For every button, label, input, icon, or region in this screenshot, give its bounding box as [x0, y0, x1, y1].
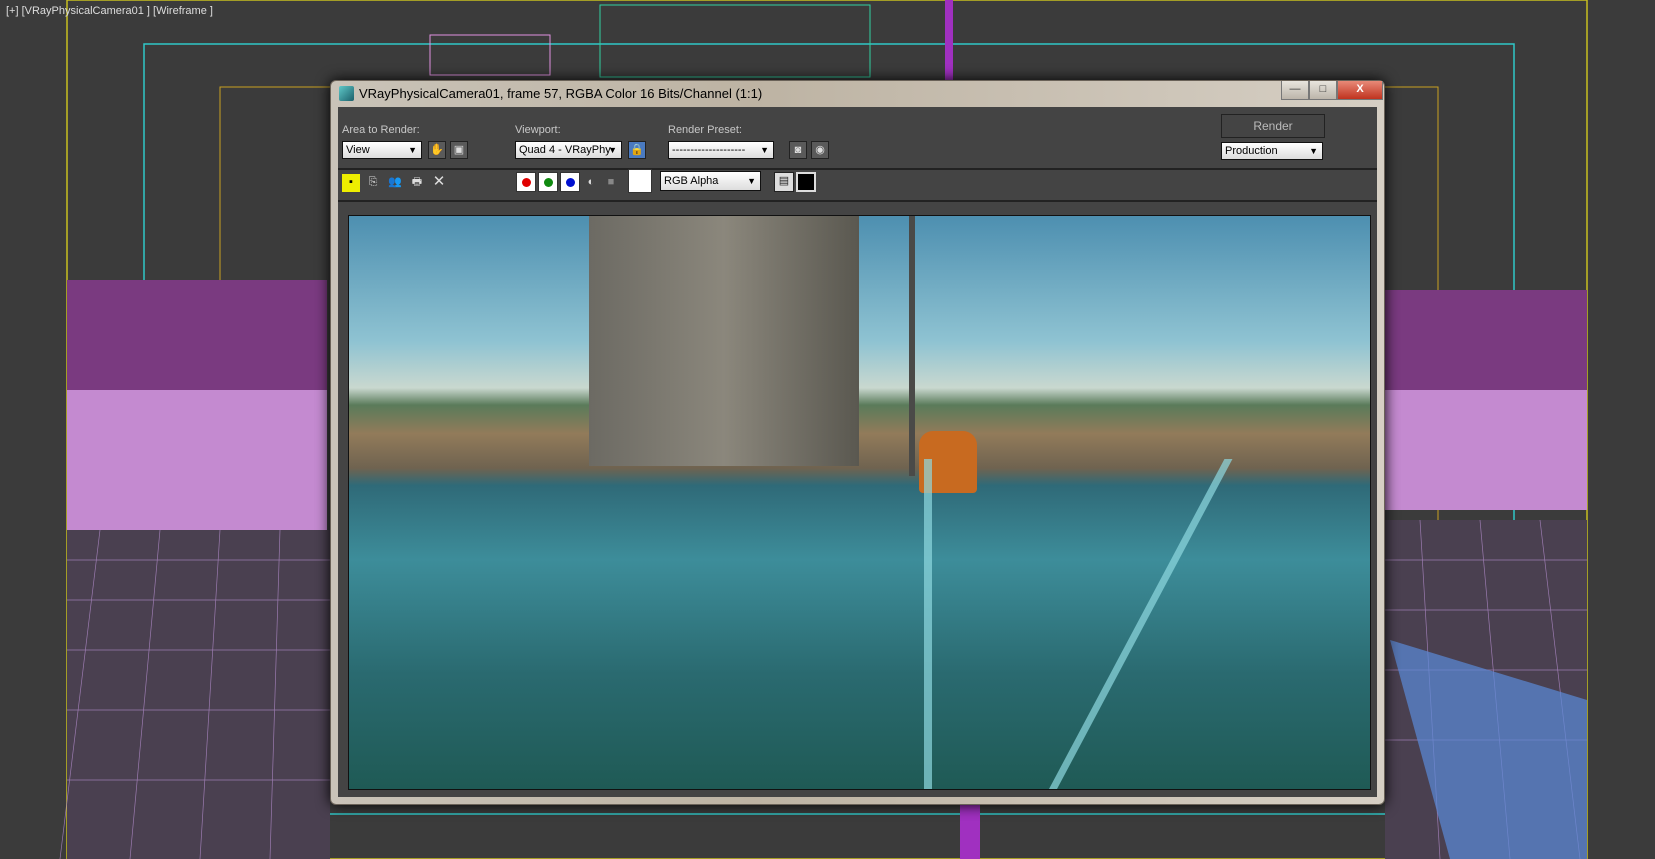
render-mode-value: Production [1225, 145, 1278, 157]
toolbar-divider [338, 200, 1377, 202]
window-title: VRayPhysicalCamera01, frame 57, RGBA Col… [359, 86, 763, 101]
area-value: View [346, 144, 370, 156]
chevron-down-icon: ▼ [1309, 146, 1318, 156]
toolbar-divider [338, 168, 1377, 170]
edit-region-icon[interactable]: ✋ [428, 141, 446, 159]
maximize-button[interactable]: □ [1309, 81, 1337, 100]
render-preset-label: Render Preset: [668, 124, 742, 136]
rail [1049, 459, 1233, 789]
green-channel-toggle[interactable] [538, 172, 558, 192]
blue-dot-icon [566, 178, 575, 187]
rail [924, 459, 932, 789]
chevron-down-icon: ▼ [608, 145, 617, 155]
render-preset-dropdown[interactable]: -------------------- ▼ [668, 141, 774, 159]
copy-icon[interactable]: ⎘ [364, 174, 382, 192]
environment-icon[interactable]: ◉ [811, 141, 829, 159]
color-swatch[interactable] [628, 169, 652, 193]
auto-region-icon[interactable]: ▣ [450, 141, 468, 159]
viewport-value: Quad 4 - VRayPhy [519, 144, 611, 156]
channel-value: RGB Alpha [664, 175, 719, 187]
render-button[interactable]: Render [1221, 114, 1325, 138]
render-setup-icon[interactable]: ◙ [789, 141, 807, 159]
render-mode-dropdown[interactable]: Production ▼ [1221, 142, 1323, 160]
window-content: Area to Render: View ▼ ✋ ▣ Viewport: Quad… [338, 107, 1377, 797]
display-icon[interactable] [796, 172, 816, 192]
close-button[interactable]: X [1337, 81, 1383, 100]
area-to-render-label: Area to Render: [342, 124, 420, 136]
app-icon [339, 86, 354, 101]
clear-icon[interactable]: ✕ [430, 174, 448, 192]
monochrome-icon[interactable]: ◐ [582, 174, 600, 192]
building [589, 216, 859, 466]
viewport-dropdown[interactable]: Quad 4 - VRayPhy ▼ [515, 141, 622, 159]
preset-value: -------------------- [672, 144, 746, 156]
minimize-button[interactable]: — [1281, 81, 1309, 100]
print-icon[interactable]: 🖶 [408, 174, 426, 192]
rendered-frame-window: VRayPhysicalCamera01, frame 57, RGBA Col… [330, 80, 1385, 805]
toggle-ui-icon[interactable]: ▤ [774, 172, 794, 192]
clone-icon[interactable]: 👥 [386, 174, 404, 192]
save-icon[interactable]: ▪ [342, 174, 360, 192]
chevron-down-icon: ▼ [747, 176, 756, 186]
alpha-toggle-icon[interactable]: ■ [602, 174, 620, 192]
red-channel-toggle[interactable] [516, 172, 536, 192]
red-dot-icon [522, 178, 531, 187]
viewport-label-text: Viewport: [515, 124, 561, 136]
blue-channel-toggle[interactable] [560, 172, 580, 192]
lock-icon[interactable]: 🔒 [628, 141, 646, 159]
area-to-render-dropdown[interactable]: View ▼ [342, 141, 422, 159]
channel-dropdown[interactable]: RGB Alpha ▼ [660, 171, 761, 191]
green-dot-icon [544, 178, 553, 187]
viewport-label[interactable]: [+] [VRayPhysicalCamera01 ] [Wireframe ] [6, 5, 213, 17]
pole [909, 216, 915, 476]
chevron-down-icon: ▼ [408, 145, 417, 155]
rendered-image [348, 215, 1371, 790]
chevron-down-icon: ▼ [760, 145, 769, 155]
